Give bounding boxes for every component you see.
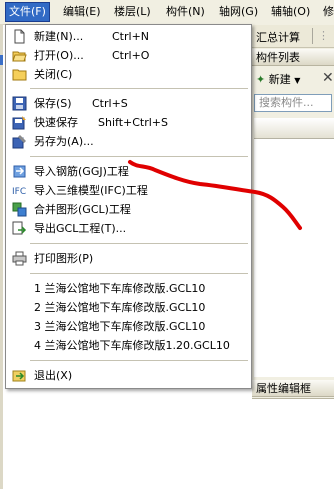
- menu-separator: [30, 273, 248, 274]
- menu-item-new[interactable]: 新建(N)... Ctrl+N: [8, 27, 249, 46]
- menu-modify[interactable]: 修: [320, 3, 334, 21]
- delete-icon[interactable]: ✕: [322, 70, 334, 86]
- menu-item-open[interactable]: 打开(O)... Ctrl+O: [8, 46, 249, 65]
- component-list-header: [254, 118, 334, 139]
- file-menu: 新建(N)... Ctrl+N 打开(O)... Ctrl+O 关闭(C) 保存…: [5, 24, 252, 389]
- svg-text:IFC: IFC: [12, 187, 26, 197]
- left-panel-edge: [0, 24, 3, 489]
- dropdown-arrow-icon: ▼: [294, 76, 301, 85]
- export-icon: [12, 221, 27, 235]
- toolbar-grip-icon: ⋮: [318, 29, 329, 42]
- new-icon: ✦: [256, 73, 266, 86]
- menu-item-merge[interactable]: 合并图形(GCL)工程: [8, 200, 249, 219]
- component-list-area[interactable]: [254, 118, 334, 377]
- merge-icon: [12, 202, 27, 217]
- menu-item-import-ifc[interactable]: IFC 导入三维模型(IFC)工程: [8, 181, 249, 200]
- menu-axis-grid[interactable]: 轴网(G): [216, 3, 261, 21]
- menu-separator: [30, 88, 248, 89]
- save-icon: [12, 96, 27, 111]
- import-rebar-icon: [13, 165, 26, 178]
- exit-icon: [12, 370, 26, 382]
- menu-file[interactable]: 文件(F): [5, 2, 50, 22]
- menu-item-exit[interactable]: 退出(X): [8, 366, 249, 385]
- quick-save-icon: [12, 116, 26, 130]
- menu-item-export[interactable]: 导出GCL工程(T)...: [8, 219, 249, 238]
- property-panel-title: 属性编辑框: [252, 380, 334, 397]
- save-as-icon: [12, 135, 26, 149]
- property-panel-body[interactable]: [252, 398, 334, 490]
- menu-bar: 文件(F) 编辑(E) 楼层(L) 构件(N) 轴网(G) 辅轴(O) 修: [0, 0, 334, 25]
- left-panel-accent: [0, 55, 3, 65]
- menu-separator: [30, 156, 248, 157]
- menu-component[interactable]: 构件(N): [163, 3, 208, 21]
- new-label: 新建: [268, 73, 291, 86]
- close-folder-icon: [12, 69, 27, 81]
- menu-item-recent-2[interactable]: 2 兰海公馆地下车库修改版.GCL10: [8, 298, 249, 317]
- menu-item-recent-1[interactable]: 1 兰海公馆地下车库修改版.GCL10: [8, 279, 249, 298]
- menu-item-save-as[interactable]: 另存为(A)...: [8, 132, 249, 151]
- menu-item-quick-save[interactable]: 快速保存 Shift+Ctrl+S: [8, 113, 249, 132]
- menu-item-import-rebar[interactable]: 导入钢筋(GGJ)工程: [8, 162, 249, 181]
- menu-edit[interactable]: 编辑(E): [60, 3, 104, 21]
- new-component-button[interactable]: ✦ 新建 ▼: [256, 70, 300, 90]
- menu-floor[interactable]: 楼层(L): [111, 3, 154, 21]
- component-search-input[interactable]: 搜索构件...: [254, 94, 332, 112]
- print-icon: [12, 251, 27, 266]
- toolbar: 汇总计算 ⋮: [252, 25, 334, 48]
- menu-item-recent-3[interactable]: 3 兰海公馆地下车库修改版.GCL10: [8, 317, 249, 336]
- menu-item-close[interactable]: 关闭(C): [8, 65, 249, 84]
- new-file-icon: [14, 29, 25, 44]
- open-folder-icon: [12, 51, 27, 62]
- calc-summary-button[interactable]: 汇总计算: [256, 29, 300, 45]
- menu-item-recent-4[interactable]: 4 兰海公馆地下车库修改版1.20.GCL10: [8, 336, 249, 355]
- menu-item-save[interactable]: 保存(S) Ctrl+S: [8, 94, 249, 113]
- menu-aux-axis[interactable]: 辅轴(O): [268, 3, 313, 21]
- import-ifc-icon: IFC: [12, 187, 26, 197]
- menu-item-print[interactable]: 打印图形(P): [8, 249, 249, 268]
- menu-separator: [30, 243, 248, 244]
- toolbar-separator: [312, 28, 313, 44]
- component-list-title: 构件列表: [252, 49, 334, 66]
- menu-separator: [30, 360, 248, 361]
